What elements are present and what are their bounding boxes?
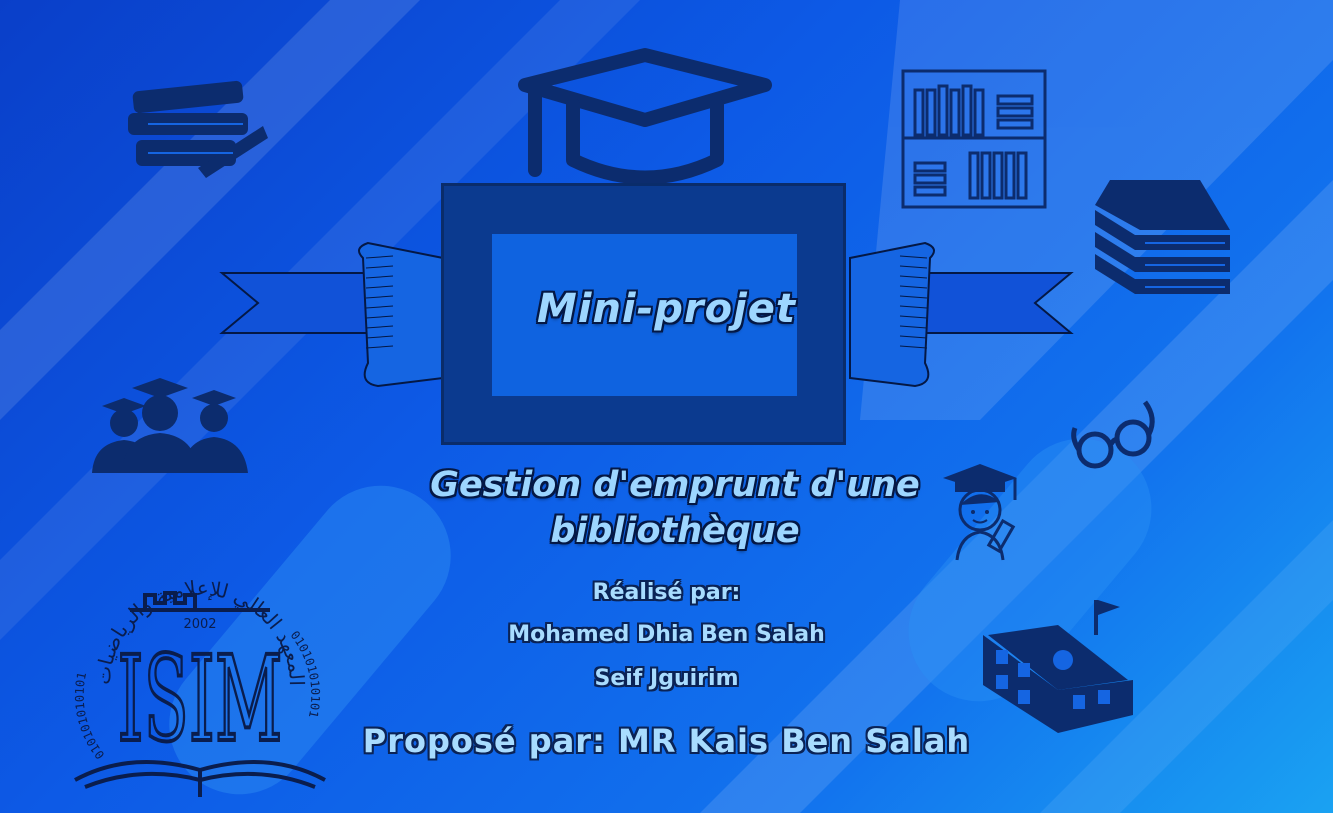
realise-label: Réalisé par: xyxy=(592,580,741,605)
subtitle-line-1: Gestion d'emprunt d'une xyxy=(430,465,920,505)
graduates-icon xyxy=(92,378,248,473)
slide-title: Mini-projet xyxy=(536,286,797,332)
proposed-by: Proposé par: MR Kais Ben Salah xyxy=(362,722,971,760)
author-name: Mohamed Dhia Ben Salah xyxy=(508,622,825,647)
school-icon xyxy=(983,600,1133,733)
closed-books-icon xyxy=(1095,180,1230,294)
graduation-cap-icon xyxy=(518,48,772,185)
slide-subtitle: Gestion d'emprunt d'une bibliothèque xyxy=(340,462,1010,554)
glasses-icon xyxy=(1071,400,1155,469)
books-stack-icon xyxy=(128,80,268,178)
bookshelf-icon xyxy=(901,69,1047,209)
subtitle-line-2: bibliothèque xyxy=(550,511,800,551)
author-name: Seif Jguirim xyxy=(594,666,739,691)
